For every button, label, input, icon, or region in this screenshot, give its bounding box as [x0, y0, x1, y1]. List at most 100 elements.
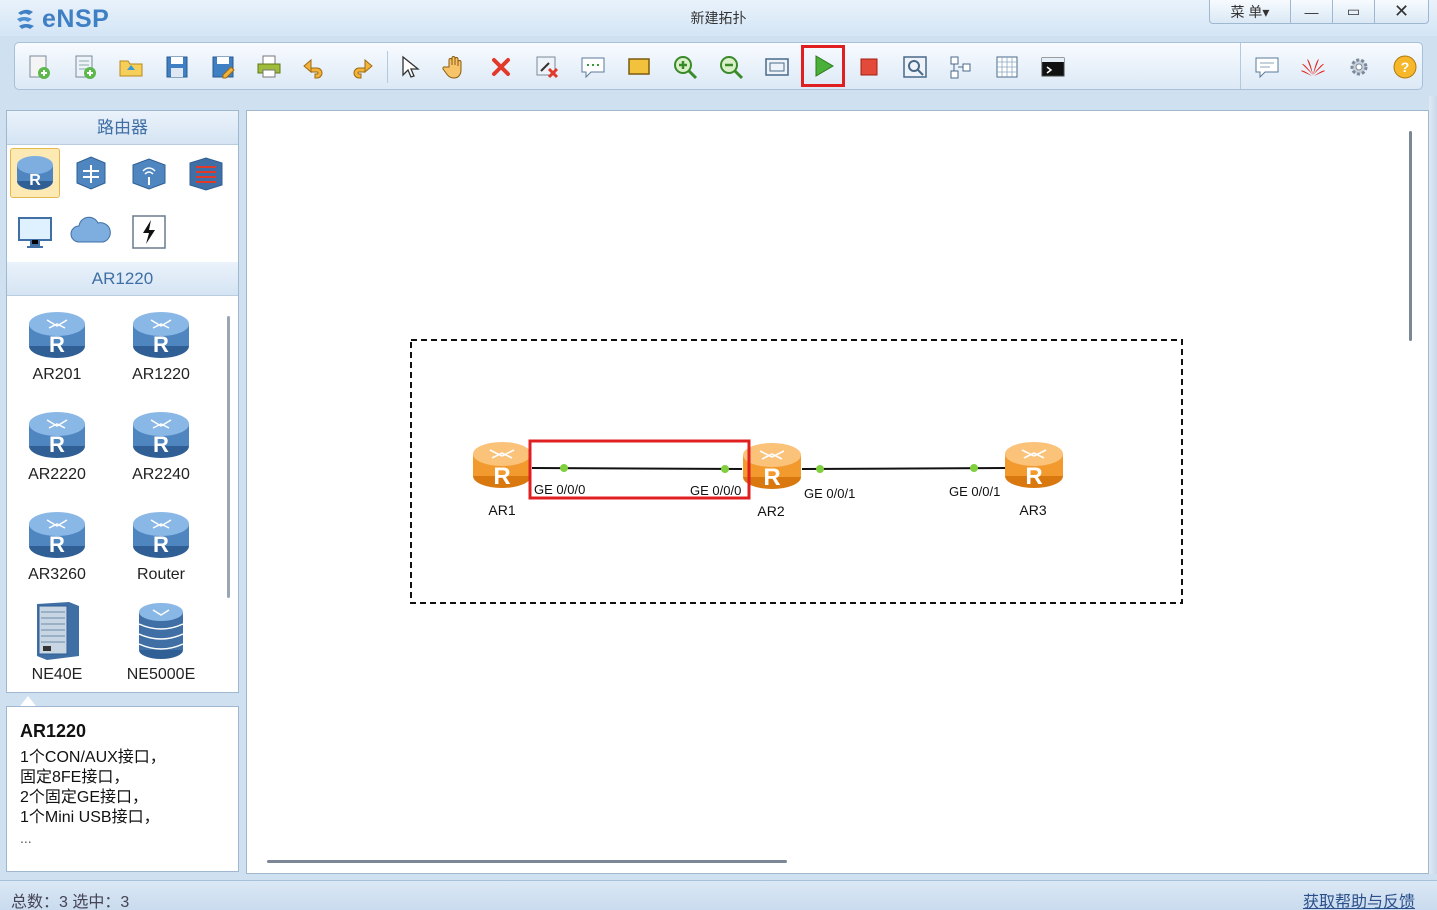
save-icon[interactable]	[159, 49, 195, 85]
open-icon[interactable]	[113, 49, 149, 85]
router-ar1[interactable]	[472, 441, 532, 491]
svg-text:R: R	[153, 532, 169, 557]
maximize-button[interactable]: ▭	[1333, 0, 1375, 24]
device-ne5000e[interactable]: NE5000E	[111, 598, 211, 684]
switch-category-icon[interactable]	[66, 148, 116, 198]
chassis-router-icon	[37, 602, 79, 660]
svg-text:R: R	[49, 432, 65, 457]
device-label: AR2240	[132, 466, 190, 483]
select-pointer-icon[interactable]	[391, 49, 427, 85]
redo-icon[interactable]	[343, 49, 379, 85]
text-annotation-icon[interactable]	[575, 49, 611, 85]
device-label: Router	[136, 566, 186, 583]
device-ar2220[interactable]: R AR2220	[7, 406, 107, 484]
port-dot	[970, 464, 978, 472]
title-bar: eNSP 新建拓扑 菜 单▾ — ▭ ✕	[0, 0, 1437, 36]
toolbar-right-group: ?	[1240, 43, 1422, 89]
canvas-vertical-scrollbar[interactable]	[1409, 131, 1412, 341]
print-icon[interactable]	[251, 49, 287, 85]
grid-icon[interactable]	[989, 49, 1025, 85]
device-ne40e[interactable]: NE40E	[7, 598, 107, 684]
router-ar3[interactable]	[1004, 441, 1064, 491]
device-ar201[interactable]: R AR201	[7, 306, 107, 384]
canvas-horizontal-scrollbar[interactable]	[267, 860, 787, 863]
delete-icon[interactable]	[483, 49, 519, 85]
router-icon: R	[29, 412, 85, 458]
pc-category-icon[interactable]	[10, 207, 60, 257]
svg-text:R: R	[153, 332, 169, 357]
router-icon: R	[133, 312, 189, 358]
help-icon[interactable]: ?	[1387, 49, 1423, 85]
settings-gear-icon[interactable]	[1341, 49, 1377, 85]
svg-text:R: R	[29, 172, 41, 189]
huawei-icon[interactable]	[1295, 49, 1331, 85]
zoom-in-icon[interactable]	[667, 49, 703, 85]
router-label: AR1	[488, 502, 515, 518]
port-dot	[721, 465, 729, 473]
port-label: GE 0/0/0	[690, 483, 741, 498]
topology-icon[interactable]	[943, 49, 979, 85]
description-line: 1个Mini USB接口，	[20, 809, 160, 826]
console-icon[interactable]	[1035, 49, 1071, 85]
new-template-icon[interactable]	[67, 49, 103, 85]
device-ar2240[interactable]: R AR2240	[111, 406, 211, 484]
right-edge-panel	[1429, 96, 1437, 874]
device-ar1220[interactable]: R AR1220	[111, 306, 211, 384]
wireless-category-icon[interactable]	[124, 148, 174, 198]
device-label: AR201	[32, 366, 82, 383]
description-line: 2个固定GE接口，	[20, 789, 149, 806]
firewall-category-icon[interactable]	[181, 148, 231, 198]
device-label: AR2220	[28, 466, 86, 483]
router-icon: R	[29, 312, 85, 358]
port-dot	[560, 464, 568, 472]
rectangle-icon[interactable]	[621, 49, 657, 85]
device-list: R AR201 R AR1220 R AR2220 R AR2240 R AR3…	[7, 296, 238, 691]
other-device-category-icon[interactable]	[124, 207, 174, 257]
stop-device-icon[interactable]	[851, 49, 887, 85]
device-label: AR3260	[28, 566, 86, 583]
minimize-button[interactable]: —	[1291, 0, 1333, 24]
zoom-out-icon[interactable]	[713, 49, 749, 85]
undo-icon[interactable]	[297, 49, 333, 85]
port-label: GE 0/0/1	[949, 484, 1000, 499]
category-grid: R	[7, 145, 238, 262]
topology-canvas[interactable]: R AR1 AR2 AR3 GE 0/0/0 GE 0/0/0 GE 0/0/1…	[246, 110, 1429, 874]
device-router[interactable]: R Router	[111, 506, 211, 584]
menu-button[interactable]: 菜 单▾	[1209, 0, 1291, 24]
cluster-router-icon	[138, 603, 184, 659]
cloud-category-icon[interactable]	[66, 207, 116, 257]
description-title: AR1220	[20, 721, 87, 741]
description-line: 固定8FE接口，	[20, 769, 130, 786]
device-ar3260[interactable]: R AR3260	[7, 506, 107, 584]
chat-icon[interactable]	[1249, 49, 1285, 85]
svg-text:R: R	[49, 532, 65, 557]
fit-view-icon[interactable]	[759, 49, 795, 85]
save-as-icon[interactable]	[205, 49, 241, 85]
start-device-icon[interactable]	[801, 45, 845, 87]
router-icon: R	[133, 512, 189, 558]
help-feedback-link[interactable]: 获取帮助与反馈	[1303, 888, 1415, 910]
svg-text:R: R	[49, 332, 65, 357]
description-pointer	[20, 696, 36, 706]
device-label: AR1220	[132, 366, 190, 383]
capture-icon[interactable]	[897, 49, 933, 85]
description-more: ...	[20, 830, 32, 846]
router-label: AR2	[757, 503, 784, 519]
svg-text:?: ?	[1401, 59, 1410, 75]
close-button[interactable]: ✕	[1375, 0, 1429, 24]
pan-hand-icon[interactable]	[437, 49, 473, 85]
device-label: NE40E	[31, 666, 83, 683]
router-ar2[interactable]	[742, 442, 802, 492]
device-label: NE5000E	[126, 666, 196, 683]
device-list-scrollbar[interactable]	[227, 316, 230, 598]
port-label: GE 0/0/1	[804, 486, 855, 501]
device-panel: 路由器 R AR1220 R AR201 R AR1220 R AR2220 R…	[6, 110, 239, 693]
new-topology-icon[interactable]	[21, 49, 57, 85]
status-bar: 总数：3 选中：3 获取帮助与反馈	[0, 880, 1437, 910]
description-panel: AR1220 1个CON/AUX接口， 固定8FE接口， 2个固定GE接口， 1…	[6, 706, 239, 872]
router-icon: R	[29, 512, 85, 558]
delete-link-icon[interactable]	[529, 49, 565, 85]
router-icon: R	[133, 412, 189, 458]
status-counts: 总数：3 选中：3	[11, 894, 130, 910]
router-category-icon[interactable]: R	[10, 148, 60, 198]
